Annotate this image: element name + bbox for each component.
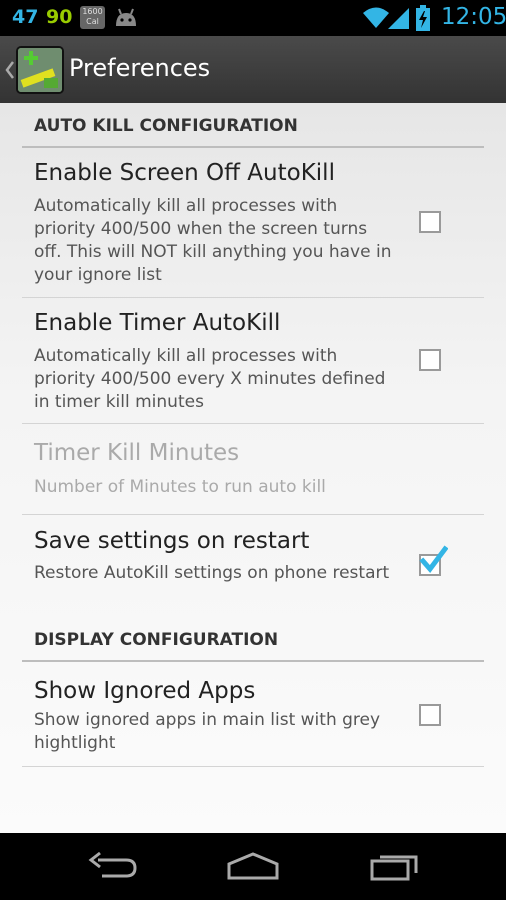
app-icon[interactable] <box>16 46 64 94</box>
battery-charging-icon <box>416 5 430 31</box>
android-icon <box>116 8 136 26</box>
app-logo-icon <box>18 48 62 92</box>
cal-bottom-text: Cal <box>86 17 99 26</box>
pref-title: Enable Screen Off AutoKill <box>34 160 335 186</box>
pref-timer-autokill[interactable]: Enable Timer AutoKill Automatically kill… <box>22 298 484 424</box>
preferences-list: AUTO KILL CONFIGURATION Enable Screen Of… <box>0 103 506 833</box>
pref-summary: Automatically kill all processes with pr… <box>34 346 386 412</box>
section-header-display: DISPLAY CONFIGURATION <box>22 629 484 662</box>
pref-timer-kill-minutes: Timer Kill Minutes Number of Minutes to … <box>22 424 484 515</box>
pref-title: Show Ignored Apps <box>34 678 256 704</box>
action-bar: Preferences <box>0 36 506 103</box>
cal-top-text: 1600 <box>82 7 103 16</box>
up-navigation-icon[interactable] <box>5 60 15 80</box>
pref-summary: Restore AutoKill settings on phone resta… <box>34 563 390 583</box>
notification-count-1: 47 <box>12 6 39 28</box>
home-icon[interactable] <box>226 851 280 881</box>
navigation-bar <box>0 833 506 900</box>
wifi-icon <box>363 7 389 28</box>
signal-icon <box>388 8 409 29</box>
checkmark-icon <box>419 545 448 573</box>
section-header-auto-kill: AUTO KILL CONFIGURATION <box>22 115 484 148</box>
clock: 12:05 <box>441 4 506 30</box>
pref-title: Timer Kill Minutes <box>34 440 240 466</box>
pref-summary: Show ignored apps in main list with grey… <box>34 710 381 753</box>
pref-title: Enable Timer AutoKill <box>34 310 281 336</box>
pref-save-settings[interactable]: Save settings on restart Restore AutoKil… <box>22 515 484 614</box>
timer-autokill-checkbox[interactable] <box>419 349 441 371</box>
back-icon[interactable] <box>88 851 138 881</box>
calorie-notification-icon: 1600 Cal <box>80 6 105 29</box>
save-settings-checkbox[interactable] <box>419 545 448 576</box>
pref-show-ignored-apps[interactable]: Show Ignored Apps Show ignored apps in m… <box>22 662 484 767</box>
show-ignored-apps-checkbox[interactable] <box>419 704 441 726</box>
page-title: Preferences <box>69 54 211 82</box>
status-bar: 47 90 1600 Cal 12:05 <box>0 0 506 36</box>
notification-count-2: 90 <box>46 6 73 28</box>
pref-screen-off-autokill[interactable]: Enable Screen Off AutoKill Automatically… <box>22 148 484 298</box>
screen-off-autokill-checkbox[interactable] <box>419 211 441 233</box>
pref-title: Save settings on restart <box>34 528 310 554</box>
pref-summary: Automatically kill all processes with pr… <box>34 196 392 285</box>
recents-icon[interactable] <box>370 851 420 881</box>
pref-summary: Number of Minutes to run auto kill <box>34 477 326 497</box>
